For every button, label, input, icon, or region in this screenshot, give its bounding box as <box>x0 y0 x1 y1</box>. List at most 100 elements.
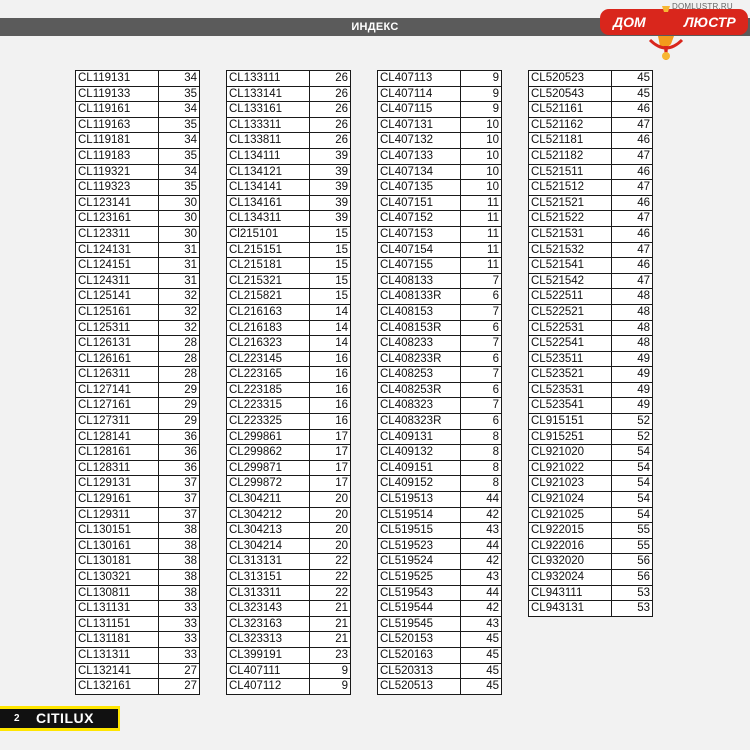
page-ref: 54 <box>611 491 653 508</box>
article-code: CL915151 <box>528 413 612 430</box>
page-ref: 49 <box>611 350 653 368</box>
page-ref: 33 <box>158 646 200 664</box>
article-code: CL130811 <box>75 584 159 602</box>
index-row: CL323313 21 <box>226 631 351 648</box>
index-row: CL127141 29 <box>75 381 200 399</box>
index-row: CL519513 44 <box>377 491 502 508</box>
page-ref: 7 <box>460 335 502 352</box>
article-code: CL409132 <box>377 444 461 461</box>
index-row: CL520153 45 <box>377 631 502 648</box>
index-row: CL223325 16 <box>226 413 351 430</box>
page-ref: 8 <box>460 428 502 446</box>
index-row: CL133111 26 <box>226 70 351 87</box>
page-ref: 38 <box>158 569 200 586</box>
article-code: CL408253R <box>377 381 461 399</box>
article-code: CL304214 <box>226 537 310 555</box>
page-ref: 10 <box>460 163 502 181</box>
article-code: CL922015 <box>528 522 612 539</box>
article-code: CL223315 <box>226 397 310 415</box>
index-row: CL915151 52 <box>528 413 653 430</box>
index-row: CL523521 49 <box>528 366 653 383</box>
index-row: CL520313 45 <box>377 662 502 680</box>
index-row: CL119323 35 <box>75 179 200 196</box>
index-row: CL223315 16 <box>226 397 351 415</box>
index-row: CL216323 14 <box>226 335 351 352</box>
index-row: CL119133 35 <box>75 85 200 103</box>
index-row: CL215821 15 <box>226 288 351 305</box>
page-ref: 31 <box>158 272 200 290</box>
article-code: CL407154 <box>377 241 461 259</box>
article-code: CL407135 <box>377 179 461 196</box>
page-ref: 7 <box>460 397 502 415</box>
page-ref: 52 <box>611 413 653 430</box>
article-code: CL521181 <box>528 132 612 149</box>
index-row: CL134121 39 <box>226 163 351 181</box>
index-row: CL215151 15 <box>226 241 351 259</box>
page-ref: 15 <box>309 272 351 290</box>
brand-logo: CITILUX <box>36 710 94 726</box>
article-code: CL126131 <box>75 335 159 352</box>
article-code: CL519545 <box>377 615 461 633</box>
article-code: CL521521 <box>528 194 612 212</box>
index-row: CL215321 15 <box>226 272 351 290</box>
page-ref: 56 <box>611 553 653 570</box>
index-row: CL124131 31 <box>75 241 200 259</box>
page-ref: 11 <box>460 194 502 212</box>
index-row: CL123161 30 <box>75 210 200 227</box>
index-row: CL523541 49 <box>528 397 653 415</box>
page-ref: 43 <box>460 522 502 539</box>
article-code: CL133141 <box>226 85 310 103</box>
index-row: CL132161 27 <box>75 678 200 695</box>
page-ref: 15 <box>309 257 351 274</box>
index-row: CL915251 52 <box>528 428 653 446</box>
page-ref: 17 <box>309 428 351 446</box>
article-code: CL522521 <box>528 303 612 321</box>
page-ref: 16 <box>309 350 351 368</box>
article-code: CL216183 <box>226 319 310 337</box>
index-row: CL407153 11 <box>377 225 502 243</box>
index-row: CL407151 11 <box>377 194 502 212</box>
page-ref: 30 <box>158 194 200 212</box>
page-ref: 48 <box>611 319 653 337</box>
page-ref: 7 <box>460 272 502 290</box>
article-code: CL523541 <box>528 397 612 415</box>
index-row: CL521532 47 <box>528 241 653 259</box>
index-row: CL522541 48 <box>528 335 653 352</box>
article-code: CL223325 <box>226 413 310 430</box>
article-code: CL131131 <box>75 600 159 617</box>
page-ref: 46 <box>611 132 653 149</box>
page-ref: 56 <box>611 569 653 586</box>
page-ref: 35 <box>158 116 200 134</box>
article-code: CL407131 <box>377 116 461 134</box>
index-row: CL124311 31 <box>75 272 200 290</box>
page-ref: 17 <box>309 475 351 493</box>
page-ref: 28 <box>158 350 200 368</box>
page-ref: 39 <box>309 210 351 227</box>
article-code: CL407153 <box>377 225 461 243</box>
page-ref: 20 <box>309 537 351 555</box>
index-row: CL921023 54 <box>528 475 653 493</box>
index-row: CL130151 38 <box>75 522 200 539</box>
article-code: Cl215101 <box>226 225 310 243</box>
article-code: CL519515 <box>377 522 461 539</box>
page-ref: 42 <box>460 600 502 617</box>
page-ref: 26 <box>309 85 351 103</box>
index-row: CL134141 39 <box>226 179 351 196</box>
article-code: CL523521 <box>528 366 612 383</box>
page-ref: 54 <box>611 444 653 461</box>
article-code: CL408323 <box>377 397 461 415</box>
article-code: CL323313 <box>226 631 310 648</box>
article-code: CL119163 <box>75 116 159 134</box>
article-code: CL407111 <box>226 662 310 680</box>
article-code: CL407133 <box>377 147 461 165</box>
index-row: CL407114 9 <box>377 85 502 103</box>
article-code: CL521532 <box>528 241 612 259</box>
page-ref: 17 <box>309 444 351 461</box>
index-row: CL521521 46 <box>528 194 653 212</box>
article-code: CL519524 <box>377 553 461 570</box>
article-code: CL921022 <box>528 459 612 477</box>
page-ref: 52 <box>611 428 653 446</box>
page-ref: 49 <box>611 366 653 383</box>
index-row: CL304211 20 <box>226 491 351 508</box>
page-ref: 43 <box>460 615 502 633</box>
